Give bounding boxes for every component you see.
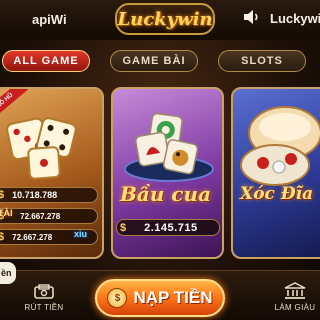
game-card-xoc-dia[interactable] — [231, 87, 320, 259]
coin-icon: $ — [107, 288, 128, 308]
speaker-icon[interactable] — [243, 9, 261, 25]
jackpot-tai-xiu-2: $ 72.667.278 — [0, 208, 98, 224]
side-tab[interactable]: ền — [0, 262, 16, 284]
jackpot-value: 2.145.715 — [144, 221, 198, 234]
tab-slots[interactable]: SLOTS — [218, 50, 306, 72]
currency-icon: $ — [0, 231, 5, 243]
xiu-label: xỉu — [74, 229, 88, 239]
deposit-button[interactable]: $ NẠP TIỀN — [95, 279, 225, 317]
withdraw-label: RÚT TIỀN — [24, 303, 64, 312]
withdraw-icon — [34, 284, 54, 299]
game-title-xoc-dia: Xóc Đĩa — [240, 184, 314, 204]
bank-icon — [284, 282, 306, 299]
xoc-dia-bowl-icon — [240, 106, 320, 186]
jackpot-value: 10.718.788 — [12, 190, 58, 200]
username[interactable]: apiWi — [32, 12, 67, 27]
withdraw-button[interactable]: RÚT TIỀN — [24, 284, 64, 312]
tab-game-bai[interactable]: GAME BÀI — [110, 50, 198, 72]
dice-icon — [6, 117, 77, 180]
app-logo: Luckywin — [115, 3, 215, 35]
tai-label: TÀI — [0, 208, 13, 218]
currency-icon: $ — [120, 221, 127, 234]
bau-cua-dice-icon — [124, 112, 214, 182]
logo-text: Luckywin — [117, 8, 213, 30]
agency-button[interactable]: LÀM GIÀU — [270, 282, 320, 312]
brand-name: Luckywin — [270, 11, 320, 26]
currency-icon: $ — [0, 189, 5, 201]
top-bar: apiWi Luckywin Luckywin — [0, 0, 320, 40]
tab-all-game[interactable]: ALL GAME — [2, 50, 90, 72]
agency-label: LÀM GIÀU — [274, 303, 316, 312]
jackpot-value: 72.667.278 — [20, 211, 61, 221]
game-title-bau-cua: Bầu cua — [120, 182, 212, 206]
jackpot-value: 72.667.278 — [12, 232, 53, 242]
jackpot-tai-xiu-1: $ 10.718.788 — [0, 187, 98, 203]
jackpot-bau-cua: $ 2.145.715 — [116, 219, 220, 236]
deposit-label: NẠP TIỀN — [133, 288, 213, 307]
